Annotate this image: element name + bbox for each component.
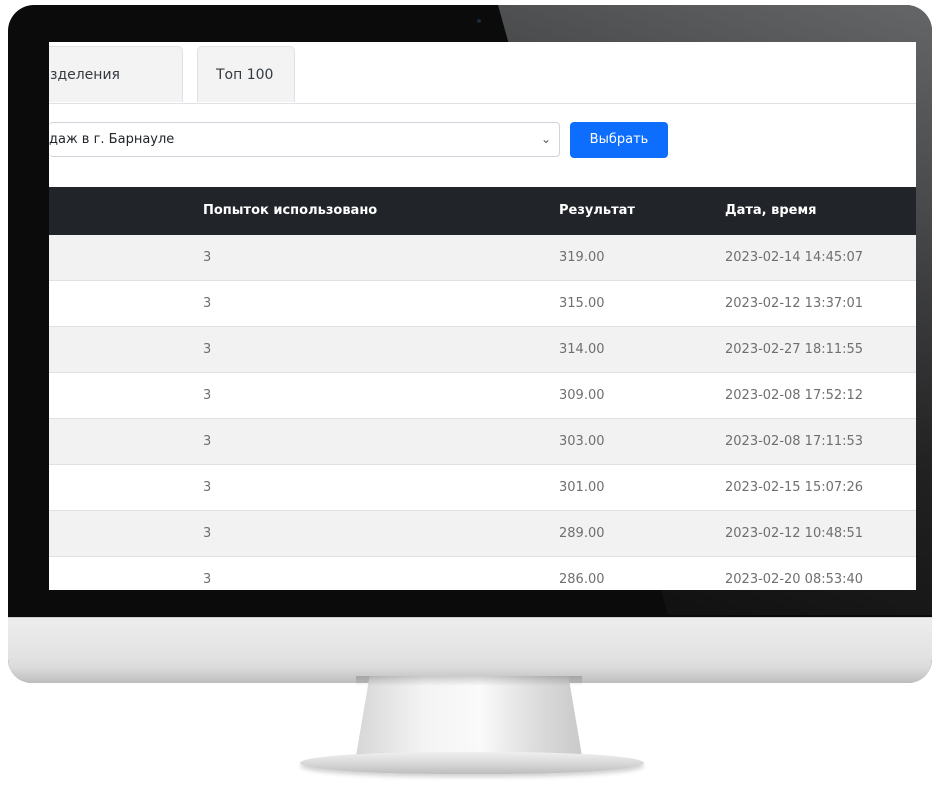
cell-datetime: 2023-02-14 14:45:07 (725, 250, 864, 265)
table-row: 3 309.00 2023-02-08 17:52:12 (49, 373, 916, 419)
table-row: 3 289.00 2023-02-12 10:48:51 (49, 511, 916, 557)
tab-label: зделения (50, 67, 120, 83)
table-row: 3 314.00 2023-02-27 18:11:55 (49, 327, 916, 373)
header-attempts[interactable]: Попыток использовано (203, 187, 377, 235)
cell-result: 315.00 (559, 296, 605, 311)
cell-datetime: 2023-02-12 13:37:01 (725, 296, 864, 311)
division-select[interactable]: даж в г. Барнауле ⌄ (49, 122, 560, 157)
header-result[interactable]: Результат (559, 187, 635, 235)
cell-datetime: 2023-02-08 17:52:12 (725, 388, 864, 403)
cell-result: 301.00 (559, 480, 605, 495)
chevron-down-icon: ⌄ (540, 132, 552, 146)
cell-attempts: 3 (203, 388, 212, 403)
monitor-stand-foot (300, 752, 644, 774)
cell-datetime: 2023-02-12 10:48:51 (725, 526, 864, 541)
cell-datetime: 2023-02-27 18:11:55 (725, 342, 864, 357)
table-row: 3 303.00 2023-02-08 17:11:53 (49, 419, 916, 465)
cell-attempts: 3 (203, 434, 212, 449)
screen: зделения Топ 100 даж в г. Барнауле ⌄ Выб… (49, 42, 916, 590)
cell-attempts: 3 (203, 342, 212, 357)
select-value: даж в г. Барнауле (49, 132, 175, 147)
cell-datetime: 2023-02-15 15:07:26 (725, 480, 864, 495)
cell-result: 289.00 (559, 526, 605, 541)
monitor-stand-neck (356, 676, 582, 756)
table-header: Попыток использовано Результат Дата, вре… (49, 187, 916, 235)
cell-result: 309.00 (559, 388, 605, 403)
tab-label: Топ 100 (216, 67, 274, 83)
tab-bar: зделения Топ 100 (49, 42, 916, 104)
cell-attempts: 3 (203, 572, 212, 587)
cell-result: 314.00 (559, 342, 605, 357)
cell-result: 303.00 (559, 434, 605, 449)
cell-attempts: 3 (203, 250, 212, 265)
cell-result: 319.00 (559, 250, 605, 265)
table-row: 3 319.00 2023-02-14 14:45:07 (49, 235, 916, 281)
camera-dot (477, 19, 481, 23)
tab-top-100[interactable]: Топ 100 (197, 46, 295, 102)
table-row: 3 315.00 2023-02-12 13:37:01 (49, 281, 916, 327)
cell-datetime: 2023-02-20 08:53:40 (725, 572, 864, 587)
table-row: 3 301.00 2023-02-15 15:07:26 (49, 465, 916, 511)
tab-divisions[interactable]: зделения (49, 46, 183, 102)
stand-shadow (356, 676, 582, 686)
monitor-display: зделения Топ 100 даж в г. Барнауле ⌄ Выб… (8, 5, 932, 683)
cell-datetime: 2023-02-08 17:11:53 (725, 434, 864, 449)
select-button[interactable]: Выбрать (570, 122, 668, 158)
table-row: 3 286.00 2023-02-20 08:53:40 (49, 557, 916, 590)
cell-attempts: 3 (203, 296, 212, 311)
cell-attempts: 3 (203, 526, 212, 541)
cell-attempts: 3 (203, 480, 212, 495)
cell-result: 286.00 (559, 572, 605, 587)
header-datetime[interactable]: Дата, время (725, 187, 816, 235)
